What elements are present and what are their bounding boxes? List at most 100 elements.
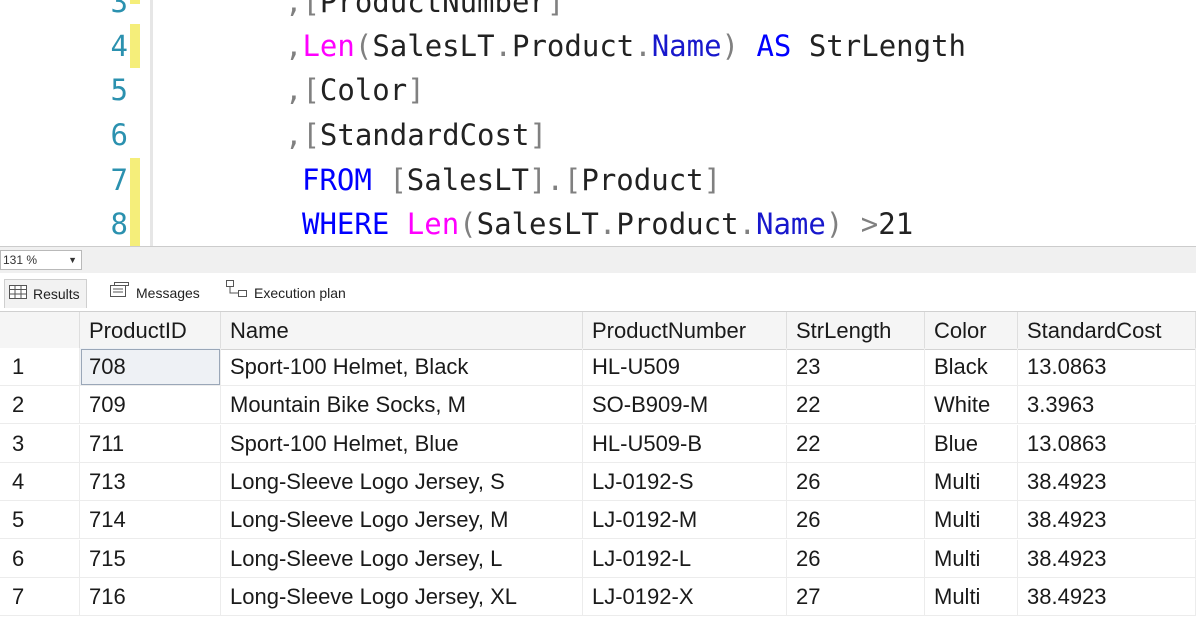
code-token: ,[: [285, 118, 320, 152]
grid-cell[interactable]: 38.4923: [1018, 539, 1196, 578]
grid-cell[interactable]: Long-Sleeve Logo Jersey, L: [221, 539, 583, 578]
code-token: Name: [651, 29, 722, 63]
code-token: SalesLT: [476, 207, 599, 241]
tab-label: Results: [33, 286, 80, 302]
code-text: ,[Color]: [285, 68, 425, 112]
zoom-value: 131 %: [3, 253, 38, 267]
grid-cell[interactable]: Blue: [925, 424, 1018, 463]
table-row[interactable]: 2 709 Mountain Bike Socks, M SO-B909-M 22 Whi…: [0, 386, 1196, 425]
line-number: 5: [110, 73, 128, 107]
grid-cell[interactable]: 23: [787, 348, 925, 386]
grid-icon: [9, 280, 27, 308]
grid-cell[interactable]: Sport-100 Helmet, Black: [221, 348, 583, 386]
tab-results[interactable]: Results: [4, 279, 87, 308]
grid-cell[interactable]: 3.3963: [1018, 386, 1196, 425]
sql-editor[interactable]: 3 ,[ProductNumber] 4 ,Len(SalesLT.Product.N…: [0, 0, 1196, 246]
code-token: Name: [756, 207, 826, 241]
table-row[interactable]: 1 708 Sport-100 Helmet, Black HL-U509 23 Blac…: [0, 348, 1196, 386]
column-header[interactable]: ProductID: [80, 312, 221, 350]
code-line[interactable]: 8 WHERE Len(SalesLT.Product.Name) >21: [0, 202, 1196, 246]
line-number: 3: [110, 0, 128, 19]
row-number[interactable]: 1: [0, 348, 80, 386]
tab-execution-plan[interactable]: Execution plan: [222, 279, 352, 307]
row-number[interactable]: 4: [0, 462, 80, 501]
grid-cell[interactable]: 13.0863: [1018, 424, 1196, 463]
results-grid[interactable]: ProductID Name ProductNumber StrLength C…: [0, 312, 1196, 628]
grid-cell[interactable]: Multi: [925, 462, 1018, 501]
zoom-dropdown[interactable]: 131 % ▼: [0, 250, 82, 270]
row-number[interactable]: 6: [0, 539, 80, 578]
code-text: FROM [SalesLT].[Product]: [302, 158, 721, 202]
grid-cell[interactable]: LJ-0192-L: [583, 539, 787, 578]
grid-cell[interactable]: Multi: [925, 539, 1018, 578]
grid-cell[interactable]: HL-U509-B: [583, 424, 787, 463]
grid-cell[interactable]: 714: [80, 501, 221, 540]
execution-plan-icon: [226, 279, 248, 307]
line-number: 4: [110, 29, 128, 63]
code-line[interactable]: 3 ,[ProductNumber]: [0, 0, 1196, 24]
grid-cell[interactable]: 38.4923: [1018, 462, 1196, 501]
grid-cell[interactable]: Long-Sleeve Logo Jersey, XL: [221, 577, 583, 616]
grid-cell[interactable]: 22: [787, 386, 925, 425]
grid-cell[interactable]: 26: [787, 501, 925, 540]
grid-cell[interactable]: 38.4923: [1018, 577, 1196, 616]
code-token: ]: [407, 73, 425, 107]
table-row[interactable]: 3 711 Sport-100 Helmet, Blue HL-U509-B 22 Blu…: [0, 424, 1196, 463]
grid-cell[interactable]: 708: [80, 348, 221, 386]
code-text: WHERE Len(SalesLT.Product.Name) >21: [302, 202, 913, 246]
code-text: ,[StandardCost]: [285, 113, 547, 157]
grid-cell[interactable]: Black: [925, 348, 1018, 386]
row-number-header[interactable]: [0, 312, 80, 350]
grid-cell[interactable]: Multi: [925, 577, 1018, 616]
code-line[interactable]: 7 FROM [SalesLT].[Product]: [0, 158, 1196, 202]
grid-cell[interactable]: HL-U509: [583, 348, 787, 386]
chevron-down-icon: ▼: [68, 255, 77, 265]
grid-cell[interactable]: Sport-100 Helmet, Blue: [221, 424, 583, 463]
code-token: FROM: [302, 163, 372, 197]
code-token: ,: [285, 29, 303, 63]
grid-cell[interactable]: 716: [80, 577, 221, 616]
code-token: Len: [302, 29, 355, 63]
grid-cell[interactable]: White: [925, 386, 1018, 425]
table-row[interactable]: 7 716 Long-Sleeve Logo Jersey, XL LJ-0192-X…: [0, 577, 1196, 616]
table-row[interactable]: 6 715 Long-Sleeve Logo Jersey, L LJ-0192-L 2…: [0, 539, 1196, 578]
grid-cell[interactable]: 22: [787, 424, 925, 463]
grid-cell[interactable]: 26: [787, 539, 925, 578]
code-line[interactable]: 6 ,[StandardCost]: [0, 113, 1196, 157]
row-number[interactable]: 3: [0, 424, 80, 463]
tab-messages[interactable]: Messages: [104, 279, 206, 307]
grid-cell[interactable]: 715: [80, 539, 221, 578]
grid-cell[interactable]: Long-Sleeve Logo Jersey, S: [221, 462, 583, 501]
code-line[interactable]: 5 ,[Color]: [0, 68, 1196, 112]
code-line[interactable]: 4 ,Len(SalesLT.Product.Name) AS StrLength: [0, 24, 1196, 68]
zoom-bar: 131 % ▼: [0, 246, 1196, 273]
code-token: Product: [512, 29, 635, 63]
grid-cell[interactable]: 26: [787, 462, 925, 501]
grid-cell[interactable]: LJ-0192-S: [583, 462, 787, 501]
grid-cell[interactable]: Long-Sleeve Logo Jersey, M: [221, 501, 583, 540]
column-header[interactable]: StrLength: [787, 312, 925, 350]
row-number[interactable]: 2: [0, 386, 80, 425]
grid-cell[interactable]: Mountain Bike Socks, M: [221, 386, 583, 425]
grid-cell[interactable]: 713: [80, 462, 221, 501]
grid-cell[interactable]: LJ-0192-M: [583, 501, 787, 540]
grid-cell[interactable]: 13.0863: [1018, 348, 1196, 386]
grid-cell[interactable]: Multi: [925, 501, 1018, 540]
column-header[interactable]: Color: [925, 312, 1018, 350]
grid-cell[interactable]: 711: [80, 424, 221, 463]
table-row[interactable]: 5 714 Long-Sleeve Logo Jersey, M LJ-0192-M 2…: [0, 501, 1196, 540]
row-number[interactable]: 5: [0, 501, 80, 540]
grid-cell[interactable]: 27: [787, 577, 925, 616]
grid-cell[interactable]: LJ-0192-X: [583, 577, 787, 616]
grid-cell[interactable]: SO-B909-M: [583, 386, 787, 425]
grid-cell[interactable]: 709: [80, 386, 221, 425]
column-header[interactable]: Name: [221, 312, 583, 350]
row-number[interactable]: 7: [0, 577, 80, 616]
column-header[interactable]: ProductNumber: [583, 312, 787, 350]
code-token: Product: [616, 207, 739, 241]
grid-cell[interactable]: 38.4923: [1018, 501, 1196, 540]
table-row[interactable]: 4 713 Long-Sleeve Logo Jersey, S LJ-0192-S 2…: [0, 462, 1196, 501]
column-header[interactable]: StandardCost: [1018, 312, 1196, 350]
